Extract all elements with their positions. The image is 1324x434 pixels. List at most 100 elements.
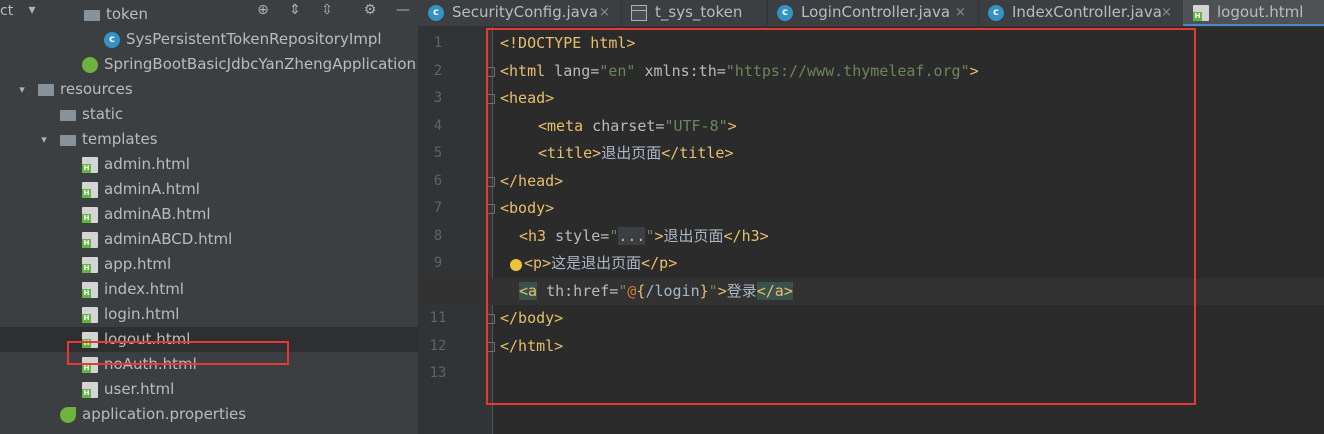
tree-item-user-html[interactable]: user.html (0, 377, 418, 402)
tab-label: logout.html (1217, 3, 1304, 21)
tree-item-label: token (106, 5, 148, 23)
fold-marker-icon[interactable] (486, 314, 495, 324)
lightbulb-icon[interactable] (510, 259, 522, 271)
line-gutter: 12345678910111213 (418, 27, 495, 434)
line-number: 9 (433, 255, 443, 271)
html-file-icon (82, 207, 98, 223)
editor-tab-bar: c SecurityConfig.java × t_sys_token c LoginCo… (418, 0, 1324, 27)
expand-arrow-icon[interactable]: ▾ (38, 127, 50, 152)
tab-label: SecurityConfig.java (452, 3, 598, 21)
class-icon: c (777, 5, 793, 21)
tree-item-label: adminAB.html (104, 205, 211, 223)
html-file-icon (82, 257, 98, 273)
tree-item-noauth-html[interactable]: noAuth.html (0, 352, 418, 377)
tree-item-adminabcd-html[interactable]: adminABCD.html (0, 227, 418, 252)
close-tab-icon[interactable]: × (599, 0, 610, 25)
tab-label: LoginController.java (801, 3, 951, 21)
tree-item-logout-html[interactable]: logout.html (0, 327, 418, 352)
html-file-icon (82, 307, 98, 323)
line-number: 12 (429, 337, 447, 354)
html-file-icon (82, 282, 98, 298)
class-icon: c (104, 32, 120, 48)
line-number: 8 (433, 227, 443, 244)
tab-securityconfig-java[interactable]: c SecurityConfig.java × (418, 0, 622, 26)
spring-boot-class-icon (82, 57, 98, 73)
tree-item-label: index.html (104, 280, 184, 298)
tree-item-application-properties[interactable]: application.properties (0, 402, 418, 427)
fold-marker-icon[interactable] (486, 66, 495, 77)
fold-marker-icon[interactable] (486, 341, 495, 352)
tree-item-label: resources (60, 80, 133, 98)
tree-item-label: adminA.html (104, 180, 200, 198)
folder-icon (60, 110, 76, 121)
resources-folder-icon (38, 84, 54, 96)
folded-code-ellipsis[interactable]: ... (618, 226, 646, 245)
html-file-icon (82, 157, 98, 173)
code-line-10: <a th:href="@{/login}">登录</a> (519, 281, 793, 300)
code-line-12: </html> (500, 336, 564, 355)
tree-item-label: SysPersistentTokenRepositoryImpl (126, 30, 382, 48)
tree-item-label: adminABCD.html (104, 230, 233, 248)
tree-item-login-html[interactable]: login.html (0, 302, 418, 327)
code-line-9: <p>这是退出页面</p> (524, 254, 678, 272)
tab-indexcontroller-java[interactable]: c IndexController.java × (978, 0, 1184, 26)
line-number: 1 (433, 35, 443, 51)
tree-item-admin-html[interactable]: admin.html (0, 152, 418, 177)
tree-item-label: templates (82, 130, 158, 148)
code-line-8: <h3 style="...">退出页面</h3> (519, 226, 769, 245)
line-number: 2 (433, 62, 443, 79)
tree-item-label: admin.html (104, 155, 190, 173)
tree-item-adminab-html[interactable]: adminAB.html (0, 202, 418, 227)
tree-item-springbootbasicjdbcyanzhengapplication[interactable]: SpringBootBasicJdbcYanZhengApplication (0, 52, 418, 77)
fold-marker-icon[interactable] (486, 204, 495, 214)
class-icon: c (428, 5, 444, 21)
code-editor[interactable]: 12345678910111213 <!DOCTYPE html> <html … (418, 27, 1324, 434)
fold-marker-icon[interactable] (486, 94, 495, 104)
tree-item-label: noAuth.html (104, 355, 197, 373)
close-tab-icon[interactable]: × (1161, 0, 1172, 25)
tree-item-resources[interactable]: ▾ resources (0, 77, 418, 102)
html-file-icon (82, 382, 98, 398)
tree-item-index-html[interactable]: index.html (0, 277, 418, 302)
folder-icon (60, 135, 76, 146)
tree-item-label: logout.html (104, 330, 191, 348)
tab-logout-html[interactable]: logout.html (1183, 0, 1324, 26)
html-file-icon (82, 357, 98, 373)
html-file-icon (82, 232, 98, 248)
tree-item-label: app.html (104, 255, 172, 273)
tree-item-syspersistenttokenrepositoryimpl[interactable]: c SysPersistentTokenRepositoryImpl (0, 27, 418, 52)
code-line-6: </head> (500, 171, 564, 190)
tab-t-sys-token[interactable]: t_sys_token (621, 0, 768, 26)
tree-item-label: static (82, 105, 124, 123)
tab-logincontroller-java[interactable]: c LoginController.java × (767, 0, 979, 26)
line-number: 11 (429, 310, 447, 326)
tree-item-admina-html[interactable]: adminA.html (0, 177, 418, 202)
line-number: 5 (433, 145, 443, 161)
tree-item-label: SpringBootBasicJdbcYanZhengApplication (104, 55, 417, 73)
code-line-1: <!DOCTYPE html> (500, 34, 636, 52)
html-file-icon (82, 182, 98, 198)
line-number: 4 (433, 117, 443, 134)
table-icon (631, 5, 647, 21)
line-number: 7 (433, 200, 443, 216)
tree-item-label: application.properties (82, 405, 247, 423)
line-number: 3 (433, 90, 443, 106)
tree-item-templates[interactable]: ▾ templates (0, 127, 418, 152)
line-number: 6 (433, 172, 443, 189)
code-line-2: <html lang="en" xmlns:th="https://www.th… (500, 61, 979, 80)
tree-item-token[interactable]: token (0, 2, 418, 27)
code-line-7: <body> (500, 199, 555, 217)
class-icon: c (988, 5, 1004, 21)
code-line-4: <meta charset="UTF-8"> (538, 116, 737, 135)
code-line-5: <title>退出页面</title> (538, 144, 734, 162)
tab-label: IndexController.java (1012, 3, 1162, 21)
project-tool-window: ct ▾ ⊕ ⇕ ⇳ ⚙ — token c SysPersistentTokenR… (0, 0, 418, 434)
html-file-icon (1193, 5, 1209, 21)
tree-item-static[interactable]: static (0, 102, 418, 127)
tree-item-app-html[interactable]: app.html (0, 252, 418, 277)
code-line-11: </body> (500, 309, 564, 327)
tree-item-label: user.html (104, 380, 175, 398)
fold-marker-icon[interactable] (486, 176, 495, 187)
expand-arrow-icon[interactable]: ▾ (16, 77, 28, 102)
close-tab-icon[interactable]: × (955, 0, 966, 25)
